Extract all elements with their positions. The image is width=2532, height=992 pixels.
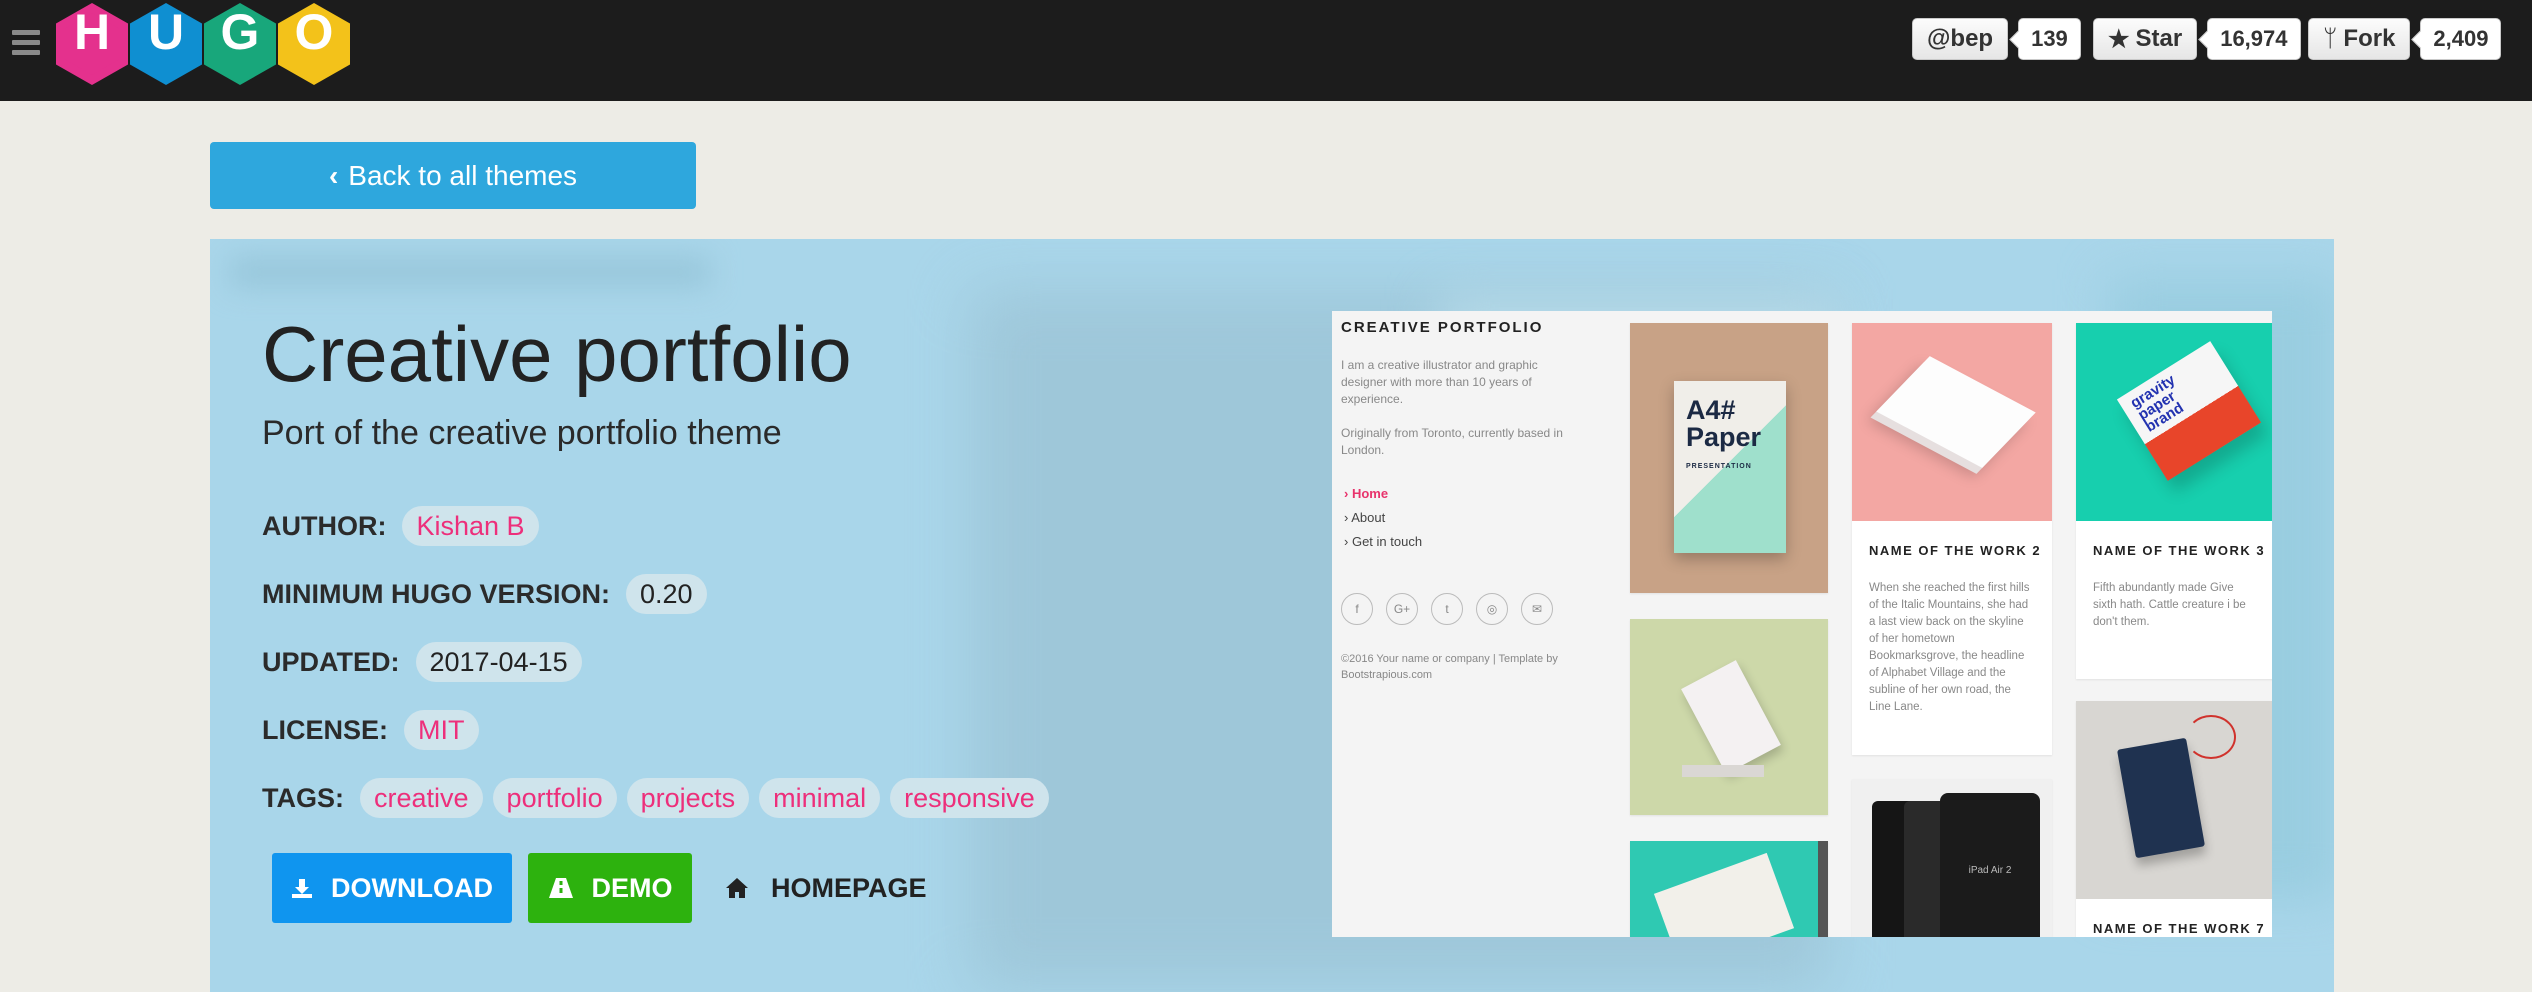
updated-value: 2017-04-15 [415, 642, 582, 682]
preview-card-businesscard [1630, 619, 1828, 815]
google-plus-icon: G+ [1386, 593, 1418, 625]
github-follow-button[interactable]: @bep [1912, 18, 2009, 60]
download-button[interactable]: DOWNLOAD [272, 853, 512, 923]
back-to-themes-button[interactable]: ‹ Back to all themes [210, 142, 696, 209]
twitter-icon: t [1431, 593, 1463, 625]
min-version-value: 0.20 [626, 574, 707, 614]
preview-card-ipad: iPad Air 2 [1852, 779, 2052, 937]
facebook-icon: f [1341, 593, 1373, 625]
github-fork-count[interactable]: 2,409 [2420, 18, 2502, 60]
tag-minimal[interactable]: minimal [759, 778, 881, 818]
tag-responsive[interactable]: responsive [890, 778, 1049, 818]
download-icon [292, 879, 312, 898]
theme-preview-screenshot: CREATIVE PORTFOLIO I am a creative illus… [1332, 311, 2272, 937]
star-icon: ★ [2108, 25, 2130, 53]
updated-row: UPDATED: 2017-04-15 [262, 642, 582, 682]
preview-nav: › Home › About › Get in touch [1344, 486, 1423, 549]
updated-label: UPDATED: [262, 646, 400, 677]
min-version-label: MINIMUM HUGO VERSION: [262, 578, 610, 609]
fork-icon: ᛘ [2323, 25, 2338, 52]
email-icon: ✉ [1521, 593, 1553, 625]
preview-card-magazine [1630, 841, 1828, 937]
theme-title: Creative portfolio [262, 310, 852, 398]
github-star-count[interactable]: 16,974 [2207, 18, 2301, 60]
author-label: AUTHOR: [262, 510, 387, 541]
preview-social-icons: f G+ t ◎ ✉ [1341, 593, 1553, 625]
tags-label: TAGS: [262, 782, 344, 813]
road-icon [548, 878, 573, 898]
license-row: LICENSE: MIT [262, 710, 479, 750]
logo-hex-h: H [56, 3, 128, 85]
chevron-right-icon: › [1344, 534, 1349, 549]
instagram-icon: ◎ [1476, 593, 1508, 625]
author-row: AUTHOR: Kishan B [262, 506, 539, 546]
preview-brand: CREATIVE PORTFOLIO [1341, 319, 1544, 336]
license-link[interactable]: MIT [404, 710, 479, 750]
preview-card-paper: A4# Paper PRESENTATION [1630, 323, 1828, 593]
logo-hex-u: U [130, 3, 202, 85]
chevron-left-icon: ‹ [328, 159, 339, 191]
top-navbar: H U G O @bep 139 ★ Star 16,974 ᛘ Fork 2,… [0, 0, 2532, 101]
license-label: LICENSE: [262, 714, 389, 745]
github-star-button[interactable]: ★ Star [2093, 18, 2198, 60]
demo-button[interactable]: DEMO [528, 853, 692, 923]
tag-portfolio[interactable]: portfolio [492, 778, 617, 818]
tag-creative[interactable]: creative [360, 778, 483, 818]
hamburger-menu-icon[interactable] [12, 30, 40, 56]
logo-hex-g: G [204, 3, 276, 85]
github-star-widget: ★ Star 16,974 [2093, 18, 2301, 60]
tag-projects[interactable]: projects [626, 778, 750, 818]
github-follow-count[interactable]: 139 [2018, 18, 2081, 60]
preview-card-work-3: gravity paper brand NAME OF THE WORK 3 F… [2076, 323, 2272, 679]
tags-row: TAGS: creative portfolio projects minima… [262, 778, 1049, 818]
preview-card-work-2: NAME OF THE WORK 2 When she reached the … [1852, 323, 2052, 755]
github-follow-widget: @bep 139 [1912, 18, 2081, 60]
github-fork-widget: ᛘ Fork 2,409 [2308, 18, 2502, 60]
chevron-right-icon: › [1344, 486, 1349, 501]
chevron-right-icon: › [1344, 510, 1349, 525]
theme-subtitle: Port of the creative portfolio theme [262, 414, 782, 452]
preview-description: I am a creative illustrator and graphic … [1341, 358, 1563, 457]
homepage-link[interactable]: HOMEPAGE [725, 853, 927, 923]
theme-hero: Creative portfolio Port of the creative … [210, 239, 2334, 992]
min-version-row: MINIMUM HUGO VERSION: 0.20 [262, 574, 707, 614]
preview-copyright: ©2016 Your name or company | Template by… [1341, 653, 1558, 681]
logo-hex-o: O [278, 3, 350, 85]
github-fork-button[interactable]: ᛘ Fork [2308, 18, 2411, 60]
author-link[interactable]: Kishan B [402, 506, 539, 546]
home-icon [726, 878, 748, 898]
preview-card-work-7: NAME OF THE WORK 7 [2076, 701, 2272, 937]
